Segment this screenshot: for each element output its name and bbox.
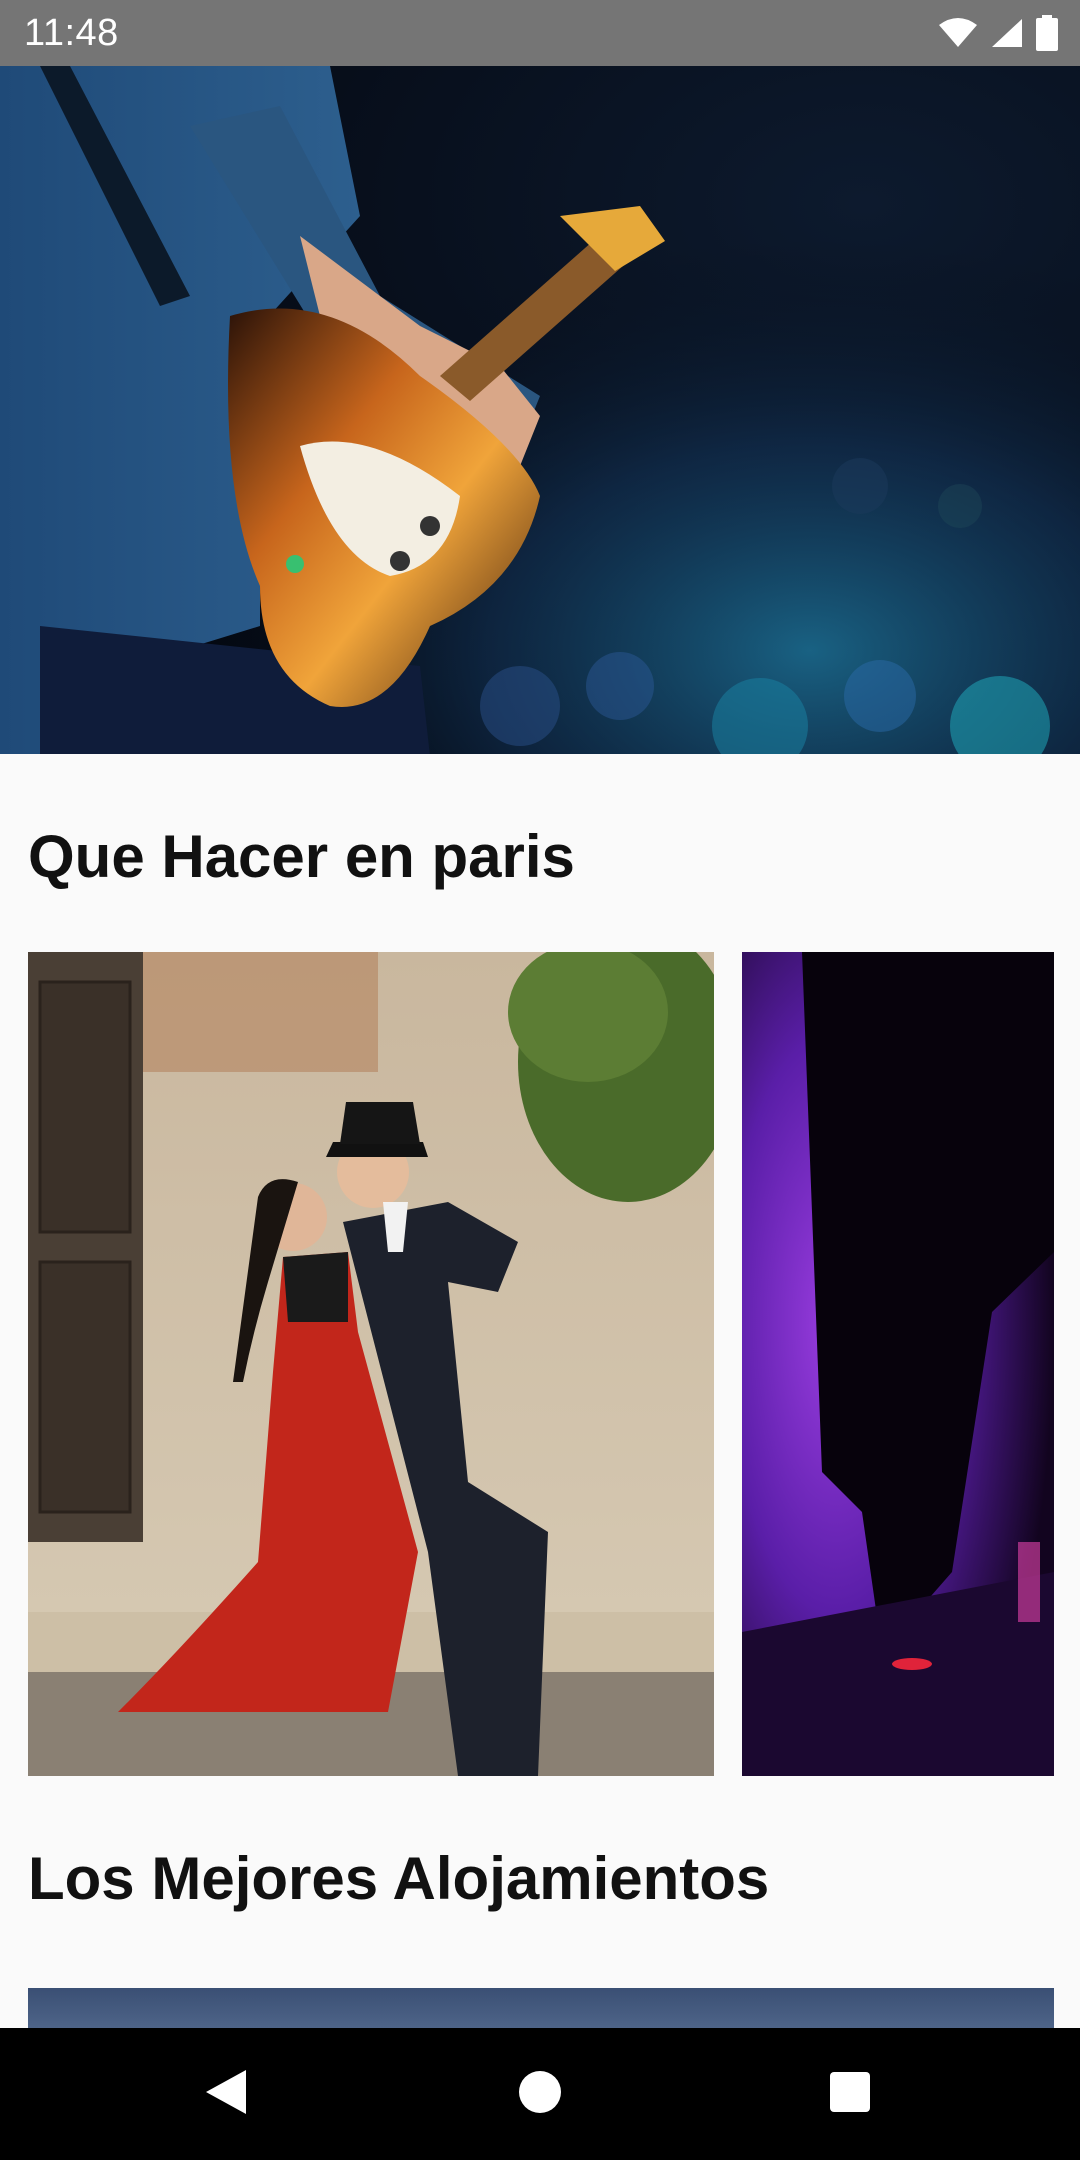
card-tango-dancers[interactable]	[28, 952, 714, 1776]
section-title-que-hacer: Que Hacer en paris	[28, 823, 575, 890]
card-accommodation[interactable]	[28, 1988, 1054, 2028]
card-concert[interactable]	[742, 952, 1054, 1776]
wifi-icon	[938, 17, 978, 49]
navigation-bar	[0, 2028, 1080, 2160]
section-title-alojamientos: Los Mejores Alojamientos	[28, 1845, 770, 1912]
status-bar: 11:48	[0, 0, 1080, 66]
status-icons	[938, 0, 1058, 66]
battery-icon	[1036, 15, 1058, 51]
home-icon	[518, 2070, 562, 2119]
recents-icon	[829, 2071, 871, 2118]
back-button[interactable]	[186, 2054, 266, 2134]
back-icon	[204, 2068, 248, 2121]
hero-image	[0, 66, 1080, 754]
cell-signal-icon	[990, 17, 1024, 49]
recents-button[interactable]	[810, 2054, 890, 2134]
status-time: 11:48	[24, 12, 119, 54]
home-button[interactable]	[500, 2054, 580, 2134]
